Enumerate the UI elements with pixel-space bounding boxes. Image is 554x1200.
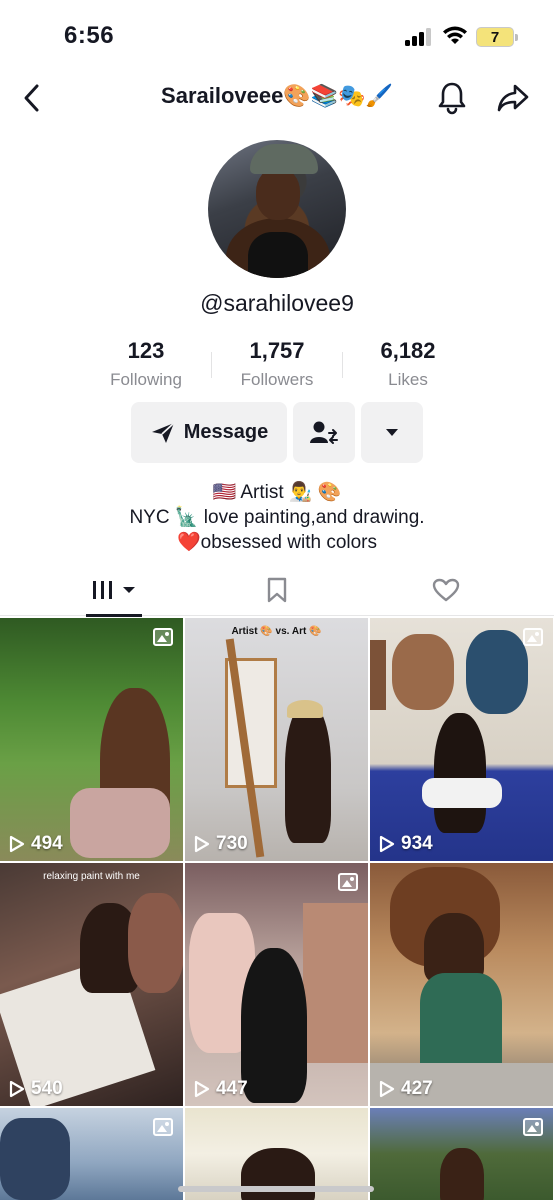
view-count: 540 [9,1078,63,1100]
message-button[interactable]: Message [131,402,287,463]
video-thumbnail[interactable]: 934 [370,618,553,861]
photo-mode-icon [153,1118,173,1136]
photo-mode-icon [523,1118,543,1136]
play-icon [379,835,395,853]
play-icon [379,1080,395,1098]
stat-value: 1,757 [249,338,305,363]
video-thumbnail[interactable] [370,1108,553,1200]
signal-icon [405,28,433,46]
play-icon [9,1080,25,1098]
grid-lines-icon [93,581,135,599]
send-icon [151,421,175,443]
play-icon [194,1080,210,1098]
content-tabs [0,566,554,617]
profile-bio: 🇺🇸 Artist 👨‍🎨 🎨 NYC 🗽 love painting,and … [0,480,554,555]
stat-label: Likes [388,370,428,389]
more-dropdown-button[interactable] [361,402,423,463]
bio-line: NYC 🗽 love painting,and drawing. [129,507,425,528]
username-handle: @sarahilovee9 [200,290,354,316]
stat-label: Followers [240,370,314,389]
status-time: 6:56 [64,22,115,49]
battery-level: 7 [490,28,500,46]
message-button-label: Message [183,421,269,443]
tab-videos[interactable] [86,566,142,617]
video-caption: relaxing paint with me [43,871,140,882]
view-count: 494 [9,833,63,855]
wifi-icon [443,26,467,44]
view-count: 427 [379,1078,433,1100]
video-thumbnail[interactable]: 427 [370,863,553,1106]
view-count: 934 [379,833,433,855]
stat-following[interactable]: 123 Following [76,338,216,390]
video-thumbnail[interactable]: 447 [185,863,368,1106]
top-nav: Sarailoveee🎨📚🎭🖌️ [0,70,554,126]
bell-icon[interactable] [434,80,470,116]
photo-mode-icon [523,628,543,646]
stat-value: 6,182 [380,338,436,363]
profile-stats: 123 Following 1,757 Followers 6,182 Like… [0,338,554,398]
battery-icon: 7 [476,27,518,47]
status-bar: 6:56 7 [0,0,554,70]
video-thumbnail[interactable]: relaxing paint with me 540 [0,863,183,1106]
video-thumbnail[interactable]: 494 [0,618,183,861]
bookmark-icon [267,577,287,603]
play-icon [194,835,210,853]
share-icon[interactable] [495,80,531,116]
home-indicator [178,1186,374,1192]
tab-liked[interactable] [424,566,468,614]
view-count: 447 [194,1078,248,1100]
stat-followers[interactable]: 1,757 Followers [207,338,347,390]
stat-label: Following [110,370,182,389]
photo-mode-icon [153,628,173,646]
follow-back-button[interactable] [293,402,355,463]
bio-line: ❤️obsessed with colors [176,532,378,553]
play-icon [9,835,25,853]
stat-likes[interactable]: 6,182 Likes [338,338,478,390]
view-count: 730 [194,833,248,855]
bio-line: 🇺🇸 Artist 👨‍🎨 🎨 [212,482,342,503]
heart-icon [432,578,460,602]
video-thumbnail[interactable] [0,1108,183,1200]
video-caption: Artist 🎨 vs. Art 🎨 [231,626,322,637]
stat-value: 123 [127,338,165,363]
photo-mode-icon [338,873,358,891]
avatar[interactable] [208,140,346,278]
tab-saved[interactable] [255,566,299,614]
caret-down-icon [386,429,398,436]
profile-name-title: Sarailoveee🎨📚🎭🖌️ [161,83,393,108]
video-thumbnail[interactable]: Artist 🎨 vs. Art 🎨 730 [185,618,368,861]
user-swap-icon [310,421,338,444]
